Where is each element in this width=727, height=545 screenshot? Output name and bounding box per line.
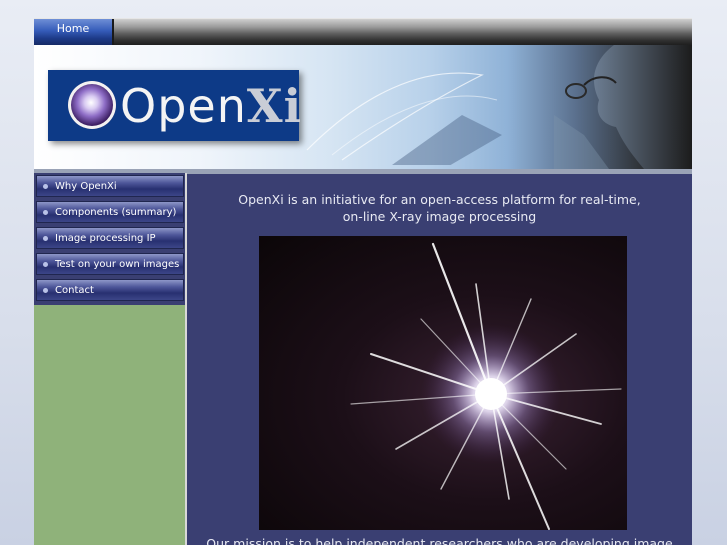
intro-line-2: on-line X-ray image processing [342,209,537,224]
starburst-graphic [350,242,622,530]
page-container: Home OpenXi Why OpenXi Components (summa… [34,18,692,545]
sidebar-item-label: Components (summary) [55,207,177,218]
nav-home-tab[interactable]: Home [34,19,114,45]
main-content: OpenXi is an initiative for an open-acce… [187,173,692,545]
sidebar-item-contact[interactable]: Contact [36,279,184,301]
sidebar-item-label: Image processing IP [55,233,156,244]
starburst-image [259,236,627,530]
sidebar-item-components[interactable]: Components (summary) [36,201,184,223]
header-banner: OpenXi [34,45,692,173]
sidebar-item-label: Why OpenXi [55,181,117,192]
logo-wordmark: OpenXi [120,76,302,136]
sidebar-item-why-openxi[interactable]: Why OpenXi [36,175,184,197]
star-logo-icon [68,81,116,129]
intro-line-1: OpenXi is an initiative for an open-acce… [238,192,641,207]
bullet-icon [43,236,48,241]
mission-text: Our mission is to help independent resea… [206,536,673,545]
sidebar-item-test-images[interactable]: Test on your own images [36,253,184,275]
sidebar-item-label: Test on your own images [55,259,180,270]
intro-text: OpenXi is an initiative for an open-acce… [187,191,692,225]
logo-text-open: Open [120,79,247,133]
sidebar: Why OpenXi Components (summary) Image pr… [34,173,187,545]
person-silhouette-image [554,45,692,169]
bullet-icon [43,184,48,189]
decorative-swoosh [306,72,502,165]
bullet-icon [43,288,48,293]
sidebar-item-image-processing-ip[interactable]: Image processing IP [36,227,184,249]
top-navigation-bar: Home [34,18,692,46]
logo-text-xi: Xi [246,79,303,133]
bullet-icon [43,262,48,267]
openxi-logo[interactable]: OpenXi [48,70,302,141]
bullet-icon [43,210,48,215]
sidebar-item-label: Contact [55,285,94,296]
